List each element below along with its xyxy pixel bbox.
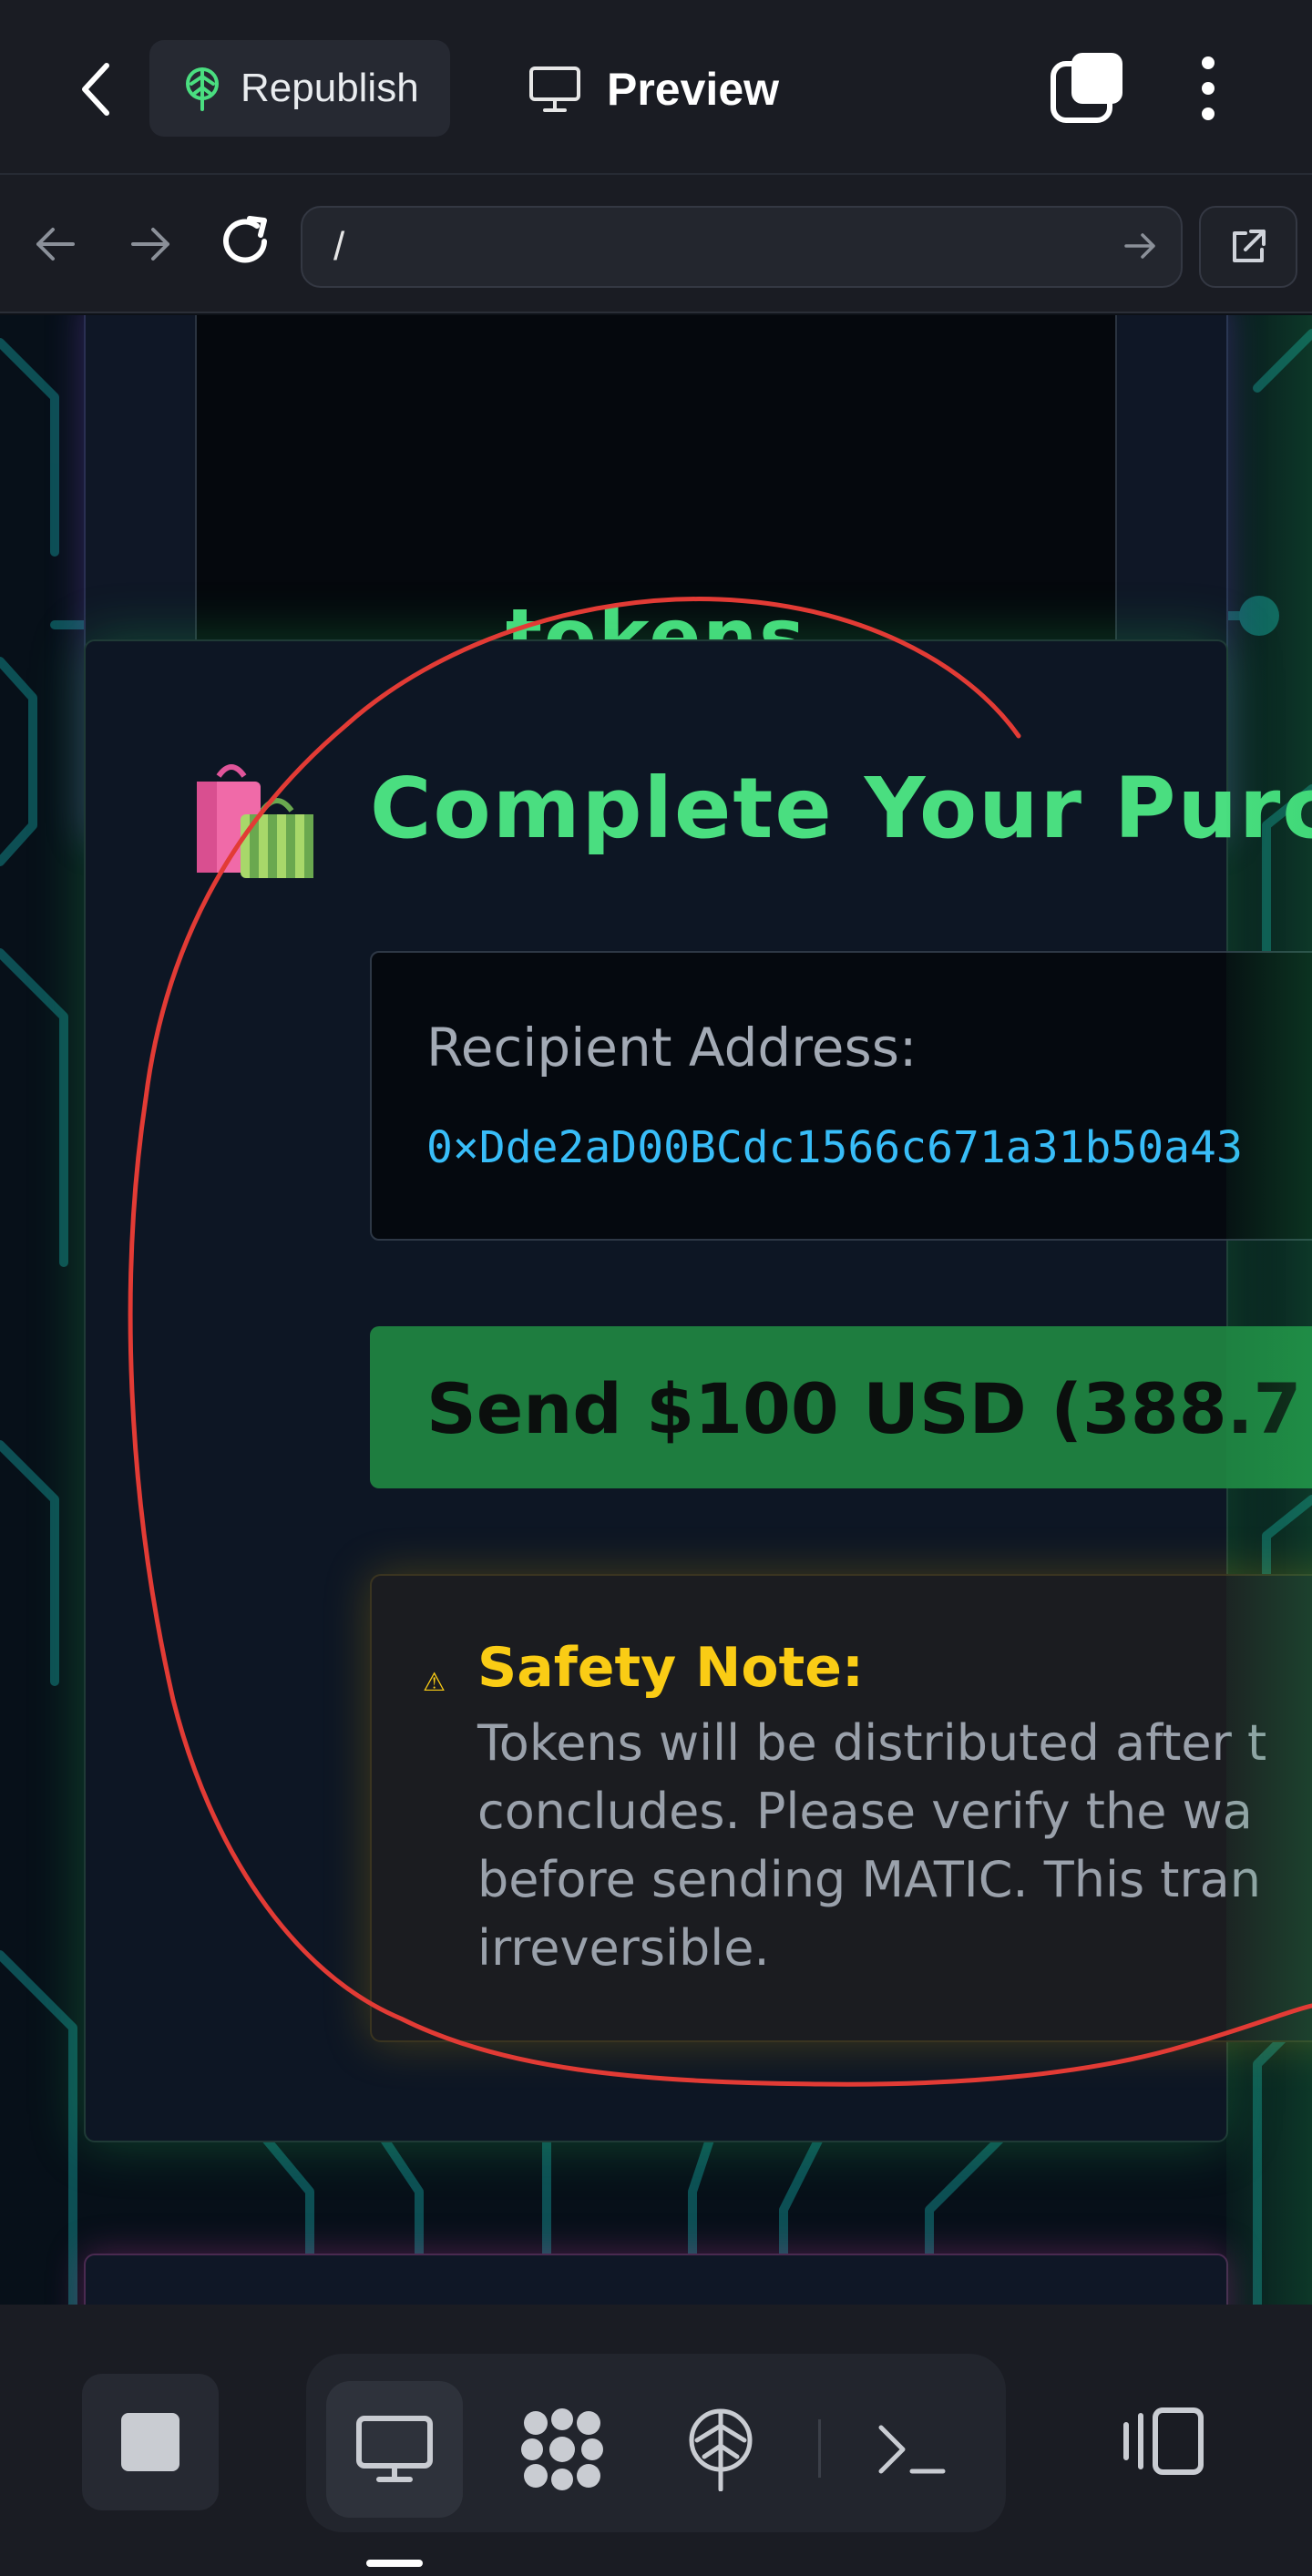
recipient-address[interactable]: 0×Dde2aD00BCdc1566c671a31b50a43 — [426, 1122, 1243, 1173]
desktop-preview-button[interactable] — [326, 2381, 463, 2518]
url-go-button[interactable] — [1121, 226, 1161, 270]
safety-note-line: Tokens will be distributed after t — [477, 1714, 1267, 1772]
republish-icon — [186, 67, 219, 111]
purchase-card: Complete Your Purch Recipient Address: 0… — [84, 639, 1312, 2142]
safety-note-title: Safety Note: — [477, 1636, 864, 1700]
arrow-right-icon — [1124, 233, 1155, 259]
preview-label: Preview — [607, 64, 780, 115]
safety-note: ⚠ Safety Note: Tokens will be distribute… — [370, 1574, 1312, 2042]
bottom-toolbar — [0, 2305, 1312, 2576]
toolbar-divider — [818, 2419, 821, 2478]
url-path: / — [333, 224, 345, 269]
reload-button[interactable] — [215, 211, 275, 275]
integrations-button[interactable] — [494, 2381, 630, 2518]
web-preview[interactable]: tokens Complete Your Purch Recipient Add… — [0, 315, 1312, 2305]
arrow-left-icon — [36, 228, 75, 261]
preview-tab[interactable]: Preview — [528, 55, 779, 124]
deploy-button[interactable] — [652, 2381, 789, 2518]
more-vertical-icon — [1202, 56, 1215, 69]
safety-note-line: irreversible. — [477, 1919, 770, 1977]
monitor-icon — [356, 2416, 433, 2482]
chevron-left-icon — [82, 63, 109, 116]
home-indicator — [366, 2560, 423, 2567]
purchase-title: Complete Your Purch — [370, 760, 1312, 857]
send-payment-button[interactable]: Send $100 USD (388.7 — [370, 1326, 1312, 1488]
tabs-icon — [1051, 53, 1122, 123]
more-options-button[interactable] — [1181, 47, 1235, 129]
recipient-label: Recipient Address: — [426, 1017, 917, 1078]
side-glow — [1226, 315, 1312, 2305]
integrations-icon — [521, 2408, 603, 2490]
safety-note-line: before sending MATIC. This tran — [477, 1851, 1261, 1908]
republish-button[interactable]: Republish — [149, 40, 450, 137]
app-top-bar: Republish Preview — [0, 0, 1312, 175]
warning-icon: ⚠ — [423, 1667, 446, 1697]
shopping-bags-icon — [197, 764, 313, 878]
back-button[interactable] — [64, 55, 128, 124]
devices-icon — [1123, 2407, 1204, 2475]
next-section-card — [84, 2254, 1228, 2305]
reload-icon — [223, 216, 267, 263]
deploy-icon — [689, 2408, 753, 2491]
republish-label: Republish — [241, 66, 419, 110]
recipient-box: Recipient Address: 0×Dde2aD00BCdc1566c67… — [370, 951, 1312, 1241]
device-switcher-button[interactable] — [1099, 2377, 1226, 2505]
safety-note-line: concludes. Please verify the wa — [477, 1783, 1253, 1840]
arrow-right-icon — [131, 228, 169, 261]
tool-group — [306, 2354, 1006, 2532]
nav-back-button[interactable] — [27, 217, 82, 275]
terminal-icon — [878, 2425, 946, 2474]
safety-note-text: Tokens will be distributed after t concl… — [477, 1709, 1312, 1982]
open-external-button[interactable] — [1199, 206, 1297, 288]
tabs-button[interactable] — [1048, 47, 1130, 129]
stop-button[interactable] — [82, 2374, 219, 2510]
shell-button[interactable] — [844, 2381, 980, 2518]
nav-forward-button[interactable] — [124, 217, 179, 275]
monitor-icon — [529, 66, 580, 112]
send-button-label: Send $100 USD (388.7 — [426, 1368, 1302, 1449]
external-link-icon — [1233, 230, 1266, 262]
url-input[interactable]: / — [301, 206, 1183, 288]
stop-icon — [121, 2413, 179, 2471]
